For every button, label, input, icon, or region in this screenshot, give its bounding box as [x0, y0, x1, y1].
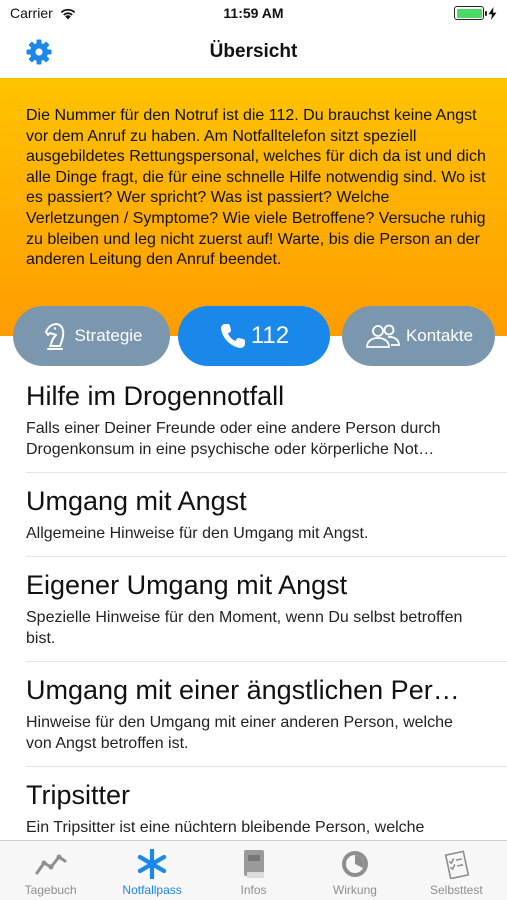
wifi-icon [60, 8, 75, 19]
contacts-button[interactable]: Kontakte [342, 306, 495, 366]
dial-icon [341, 851, 368, 877]
tab-bar: Tagebuch Notfallpass Infos Wirkung Selbs… [0, 840, 507, 900]
book-icon [243, 850, 264, 878]
call-button-label: 112 [250, 322, 290, 349]
list-item-subtitle: Allgemeine Hinweise für den Umgang mit A… [26, 525, 369, 542]
gear-icon[interactable] [26, 39, 52, 65]
nav-bar: Übersicht [0, 26, 507, 78]
chess-knight-icon [45, 323, 65, 350]
list-item-subtitle: Hinweise für den Umgang mit einer andere… [26, 714, 453, 752]
strategy-button-label: Strategie [74, 326, 143, 345]
list-item-subtitle: Spezielle Hinweise für den Moment, wenn … [26, 609, 463, 647]
list-item[interactable]: Umgang mit Angst Allgemeine Hinweise für… [26, 473, 507, 557]
charging-bolt-icon [488, 6, 497, 20]
list-item[interactable]: Hilfe im Drogennotfall Falls einer Deine… [26, 368, 507, 473]
asterisk-icon [137, 849, 167, 879]
emergency-info-text: Die Nummer für den Notruf ist die 112. D… [26, 107, 486, 269]
chart-line-icon [35, 854, 67, 875]
tab-label: Wirkung [332, 883, 377, 897]
emergency-info-banner: Die Nummer für den Notruf ist die 112. D… [0, 78, 507, 336]
strategy-button[interactable]: Strategie [13, 306, 170, 366]
list-item-title: Eigener Umgang mit Angst [26, 570, 348, 600]
status-bar: Carrier 11:59 AM [0, 0, 507, 26]
battery-icon [454, 6, 487, 20]
tab-label: Infos [240, 883, 267, 897]
checklist-icon [445, 850, 470, 879]
tab-selbsttest[interactable]: Selbsttest [406, 841, 507, 900]
list-item-subtitle: Ein Tripsitter ist eine nüchtern bleiben… [26, 819, 425, 836]
list-item[interactable]: Tripsitter Ein Tripsitter ist eine nücht… [26, 767, 507, 840]
tab-wirkung[interactable]: Wirkung [304, 841, 405, 900]
tab-tagebuch[interactable]: Tagebuch [0, 841, 101, 900]
list-item-title: Hilfe im Drogennotfall [26, 381, 285, 411]
tab-notfallpass[interactable]: Notfallpass [101, 841, 202, 900]
tab-infos[interactable]: Infos [203, 841, 304, 900]
page-title: Übersicht [209, 41, 298, 62]
list-item[interactable]: Umgang mit einer ängstlichen Per… Hinwei… [26, 662, 507, 767]
tab-label: Notfallpass [122, 883, 182, 897]
action-buttons: Strategie 112 Kontakte [0, 306, 507, 368]
list-item-subtitle: Falls einer Deiner Freunde oder eine and… [26, 420, 441, 458]
contacts-button-label: Kontakte [405, 326, 474, 345]
list-item[interactable]: Eigener Umgang mit Angst Spezielle Hinwe… [26, 557, 507, 662]
status-time: 11:59 AM [223, 5, 284, 21]
tab-label: Tagebuch [24, 883, 77, 897]
list-item-title: Umgang mit Angst [26, 486, 247, 516]
contacts-icon [366, 324, 400, 348]
call-emergency-button[interactable]: 112 [178, 306, 330, 366]
tab-label: Selbsttest [429, 883, 483, 897]
topics-list: Hilfe im Drogennotfall Falls einer Deine… [0, 368, 507, 840]
carrier-label: Carrier [10, 5, 53, 21]
list-item-title: Tripsitter [26, 780, 131, 810]
phone-icon [220, 324, 245, 348]
list-item-title: Umgang mit einer ängstlichen Per… [26, 675, 460, 705]
battery-level [456, 8, 482, 18]
